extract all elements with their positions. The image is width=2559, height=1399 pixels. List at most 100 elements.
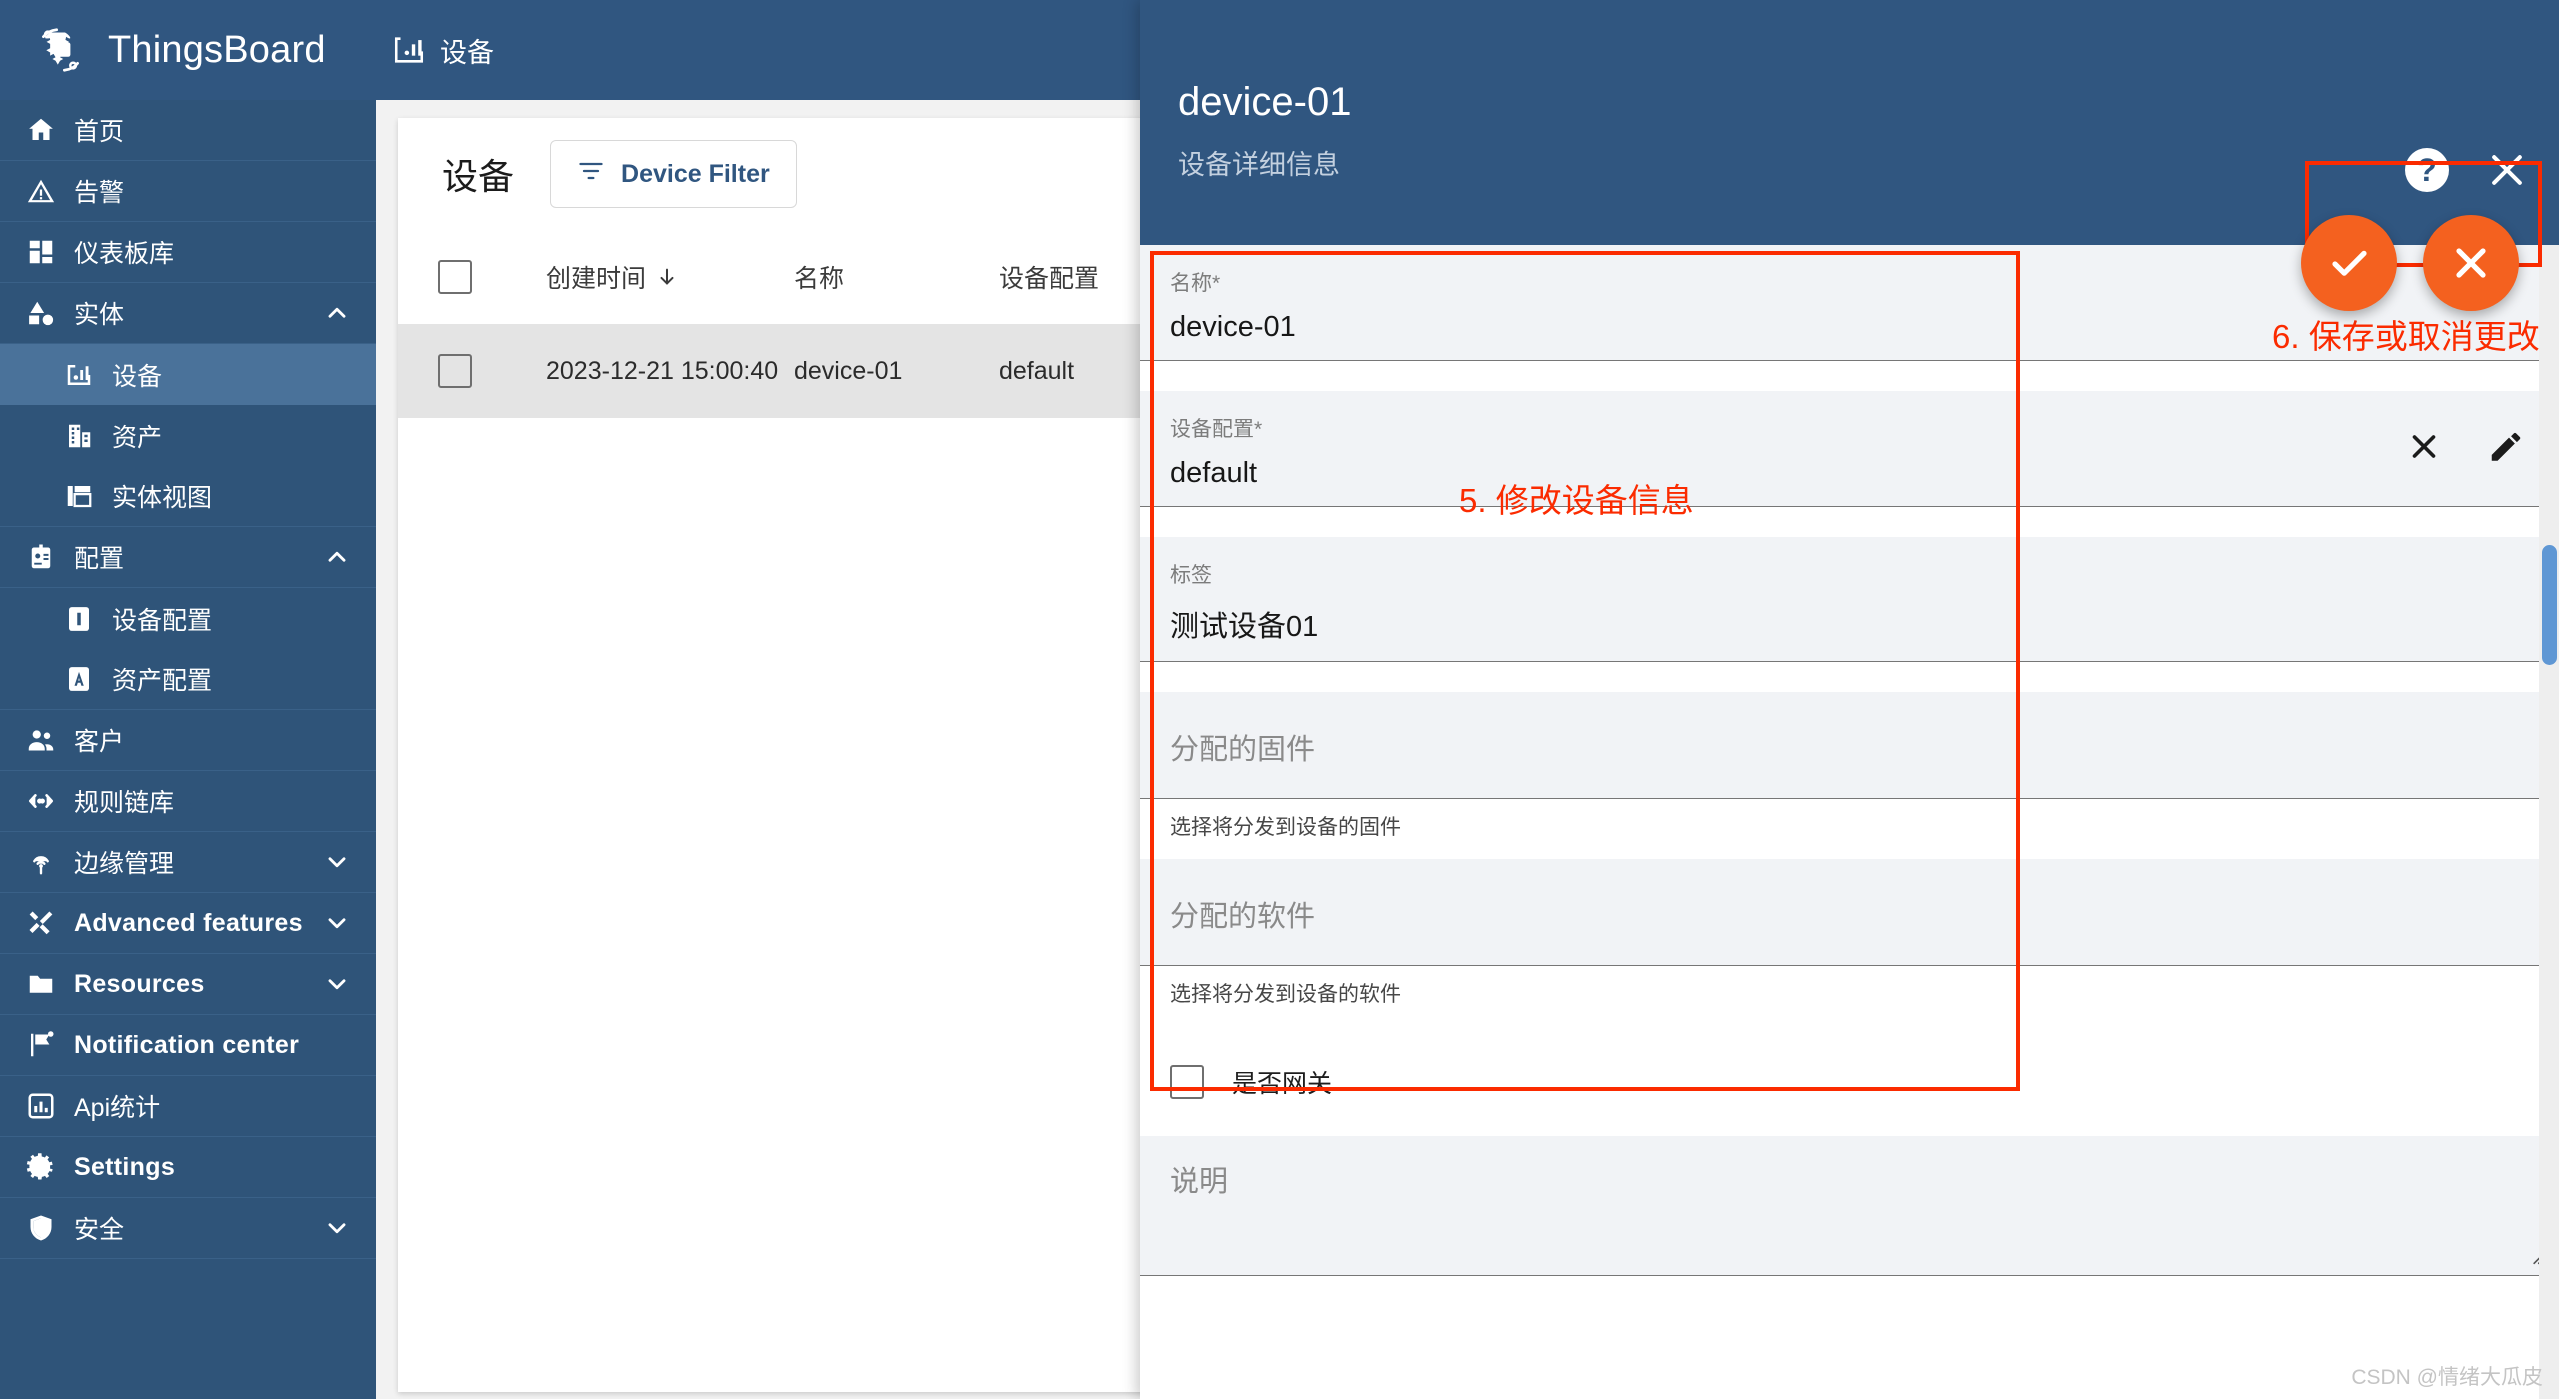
chevron-up-icon[interactable] bbox=[324, 300, 350, 326]
sidebar-item-6[interactable]: 实体视图 bbox=[0, 466, 376, 527]
sidebar-item-2[interactable]: 仪表板库 bbox=[0, 222, 376, 283]
clear-icon[interactable] bbox=[2405, 427, 2443, 470]
chevron-down-icon[interactable] bbox=[324, 910, 350, 936]
assigned-software-placeholder: 分配的软件 bbox=[1170, 901, 1316, 933]
sidebar-item-0[interactable]: 首页 bbox=[0, 100, 376, 161]
thingsboard-logo-icon bbox=[38, 23, 92, 77]
sidebar-item-3[interactable]: 实体 bbox=[0, 283, 376, 344]
sidebar-item-label: 客户 bbox=[74, 728, 125, 756]
column-label: 创建时间 bbox=[546, 265, 647, 293]
column-header-name[interactable]: 名称 bbox=[794, 259, 999, 295]
shield-icon bbox=[24, 1211, 58, 1245]
device-profile-field-label: 设备配置* bbox=[1170, 418, 1263, 441]
chevron-down-icon[interactable] bbox=[324, 849, 350, 875]
cancel-button[interactable] bbox=[2423, 215, 2519, 311]
asset-profile-icon bbox=[62, 662, 96, 696]
alert-triangle-icon bbox=[24, 174, 58, 208]
gear-icon bbox=[24, 1150, 58, 1184]
sidebar-item-label: Advanced features bbox=[74, 908, 303, 937]
is-gateway-checkbox[interactable] bbox=[1170, 1065, 1204, 1099]
sidebar-item-11[interactable]: 规则链库 bbox=[0, 771, 376, 832]
annotation-label-5: 5. 修改设备信息 bbox=[1459, 482, 1694, 519]
chevron-down-icon[interactable] bbox=[324, 971, 350, 997]
sidebar-nav: 首页告警仪表板库实体设备资产实体视图 配置设备配置资产配置客户规则链库边缘管理 Ad… bbox=[0, 100, 376, 1399]
entities-icon bbox=[24, 296, 58, 330]
annotation-label-6: 6. 保存或取消更改 bbox=[2272, 318, 2540, 355]
brand-logo-area[interactable]: ThingsBoard bbox=[0, 0, 376, 100]
chevron-up-icon[interactable] bbox=[324, 544, 350, 570]
home-icon bbox=[24, 113, 58, 147]
assigned-firmware-hint: 选择将分发到设备的固件 bbox=[1170, 816, 1401, 839]
close-icon[interactable] bbox=[2485, 148, 2531, 194]
entity-view-icon bbox=[62, 479, 96, 513]
select-all-checkbox[interactable] bbox=[438, 260, 546, 294]
sidebar-item-label: 规则链库 bbox=[74, 789, 175, 817]
detail-title: device-01 bbox=[1178, 80, 1352, 124]
brand-name: ThingsBoard bbox=[108, 28, 326, 71]
app-root: ThingsBoard 设备 首页 告警 仪表板库 实体 设备 资产 实体视图 … bbox=[0, 0, 2559, 1399]
row-checkbox[interactable] bbox=[438, 354, 546, 388]
sidebar-item-label: Notification center bbox=[74, 1030, 300, 1059]
device-detail-panel: device-01 设备详细信息 ? 名称* device-01 设备配置* d… bbox=[1140, 0, 2559, 1399]
detail-action-buttons bbox=[2301, 215, 2519, 311]
device-icon bbox=[62, 358, 96, 392]
sidebar-item-label: 资产 bbox=[112, 423, 163, 452]
detail-subtitle: 设备详细信息 bbox=[1178, 150, 1340, 180]
is-gateway-checkbox-row[interactable]: 是否网关 bbox=[1140, 1026, 2559, 1136]
filter-icon bbox=[577, 157, 605, 192]
table-title: 设备 bbox=[442, 156, 515, 197]
dashboards-icon bbox=[24, 235, 58, 269]
device-profile-field-value: default bbox=[1170, 457, 1258, 489]
rule-chains-icon bbox=[24, 784, 58, 818]
device-filter-label: Device Filter bbox=[621, 159, 770, 188]
sidebar-item-18[interactable]: 安全 bbox=[0, 1198, 376, 1259]
assigned-software-field[interactable]: 分配的软件 bbox=[1140, 859, 2559, 966]
detail-header-buttons: ? bbox=[2405, 148, 2531, 194]
tools-icon bbox=[24, 906, 58, 940]
device-filter-button[interactable]: Device Filter bbox=[550, 140, 797, 208]
customers-icon bbox=[24, 723, 58, 757]
device-profile-icon bbox=[62, 602, 96, 636]
sidebar-item-4[interactable]: 设备 bbox=[0, 344, 376, 405]
sidebar-item-17[interactable]: Settings bbox=[0, 1137, 376, 1198]
help-icon[interactable]: ? bbox=[2405, 148, 2451, 194]
label-field[interactable]: 标签 测试设备01 bbox=[1140, 537, 2559, 662]
bar-chart-icon bbox=[24, 1089, 58, 1123]
sidebar-item-label: 告警 bbox=[74, 179, 125, 207]
detail-scrollbar-thumb[interactable] bbox=[2542, 545, 2557, 665]
assigned-software-hint: 选择将分发到设备的软件 bbox=[1170, 983, 1401, 1006]
sidebar-item-12[interactable]: 边缘管理 bbox=[0, 832, 376, 893]
sidebar-item-label: 安全 bbox=[74, 1216, 125, 1244]
sidebar-item-label: Api统计 bbox=[74, 1094, 161, 1122]
column-label: 设备配置 bbox=[999, 265, 1100, 293]
description-placeholder: 说明 bbox=[1170, 1166, 1229, 1198]
sidebar-item-label: 首页 bbox=[74, 118, 125, 146]
sidebar-item-15[interactable]: Notification center bbox=[0, 1015, 376, 1076]
sidebar-item-label: Resources bbox=[74, 969, 205, 998]
sidebar-item-14[interactable]: Resources bbox=[0, 954, 376, 1015]
sidebar-item-label: 设备配置 bbox=[112, 606, 213, 635]
folder-icon bbox=[24, 967, 58, 1001]
sidebar-item-13[interactable]: Advanced features bbox=[0, 893, 376, 954]
assigned-firmware-placeholder: 分配的固件 bbox=[1170, 734, 1316, 766]
sidebar-item-7[interactable]: 配置 bbox=[0, 527, 376, 588]
sidebar-item-10[interactable]: 客户 bbox=[0, 710, 376, 771]
sidebar-item-16[interactable]: Api统计 bbox=[0, 1076, 376, 1137]
sidebar-item-1[interactable]: 告警 bbox=[0, 161, 376, 222]
label-field-value: 测试设备01 bbox=[1170, 611, 1319, 643]
sidebar-item-label: 实体 bbox=[74, 301, 125, 329]
sidebar-item-label: 边缘管理 bbox=[74, 850, 175, 878]
assigned-firmware-field[interactable]: 分配的固件 bbox=[1140, 692, 2559, 799]
sidebar-item-9[interactable]: 资产配置 bbox=[0, 649, 376, 710]
arrow-down-icon bbox=[656, 266, 678, 288]
save-button[interactable] bbox=[2301, 215, 2397, 311]
detail-scrollbar-track[interactable] bbox=[2539, 245, 2559, 1399]
pencil-icon[interactable] bbox=[2487, 427, 2525, 470]
sidebar-item-8[interactable]: 设备配置 bbox=[0, 588, 376, 649]
chevron-down-icon[interactable] bbox=[324, 1215, 350, 1241]
profile-badge-icon bbox=[24, 540, 58, 574]
column-header-created-time[interactable]: 创建时间 bbox=[546, 259, 794, 295]
sidebar-item-5[interactable]: 资产 bbox=[0, 405, 376, 466]
device-profile-field[interactable]: 设备配置* default bbox=[1140, 391, 2559, 507]
description-field[interactable]: 说明 bbox=[1140, 1136, 2559, 1276]
